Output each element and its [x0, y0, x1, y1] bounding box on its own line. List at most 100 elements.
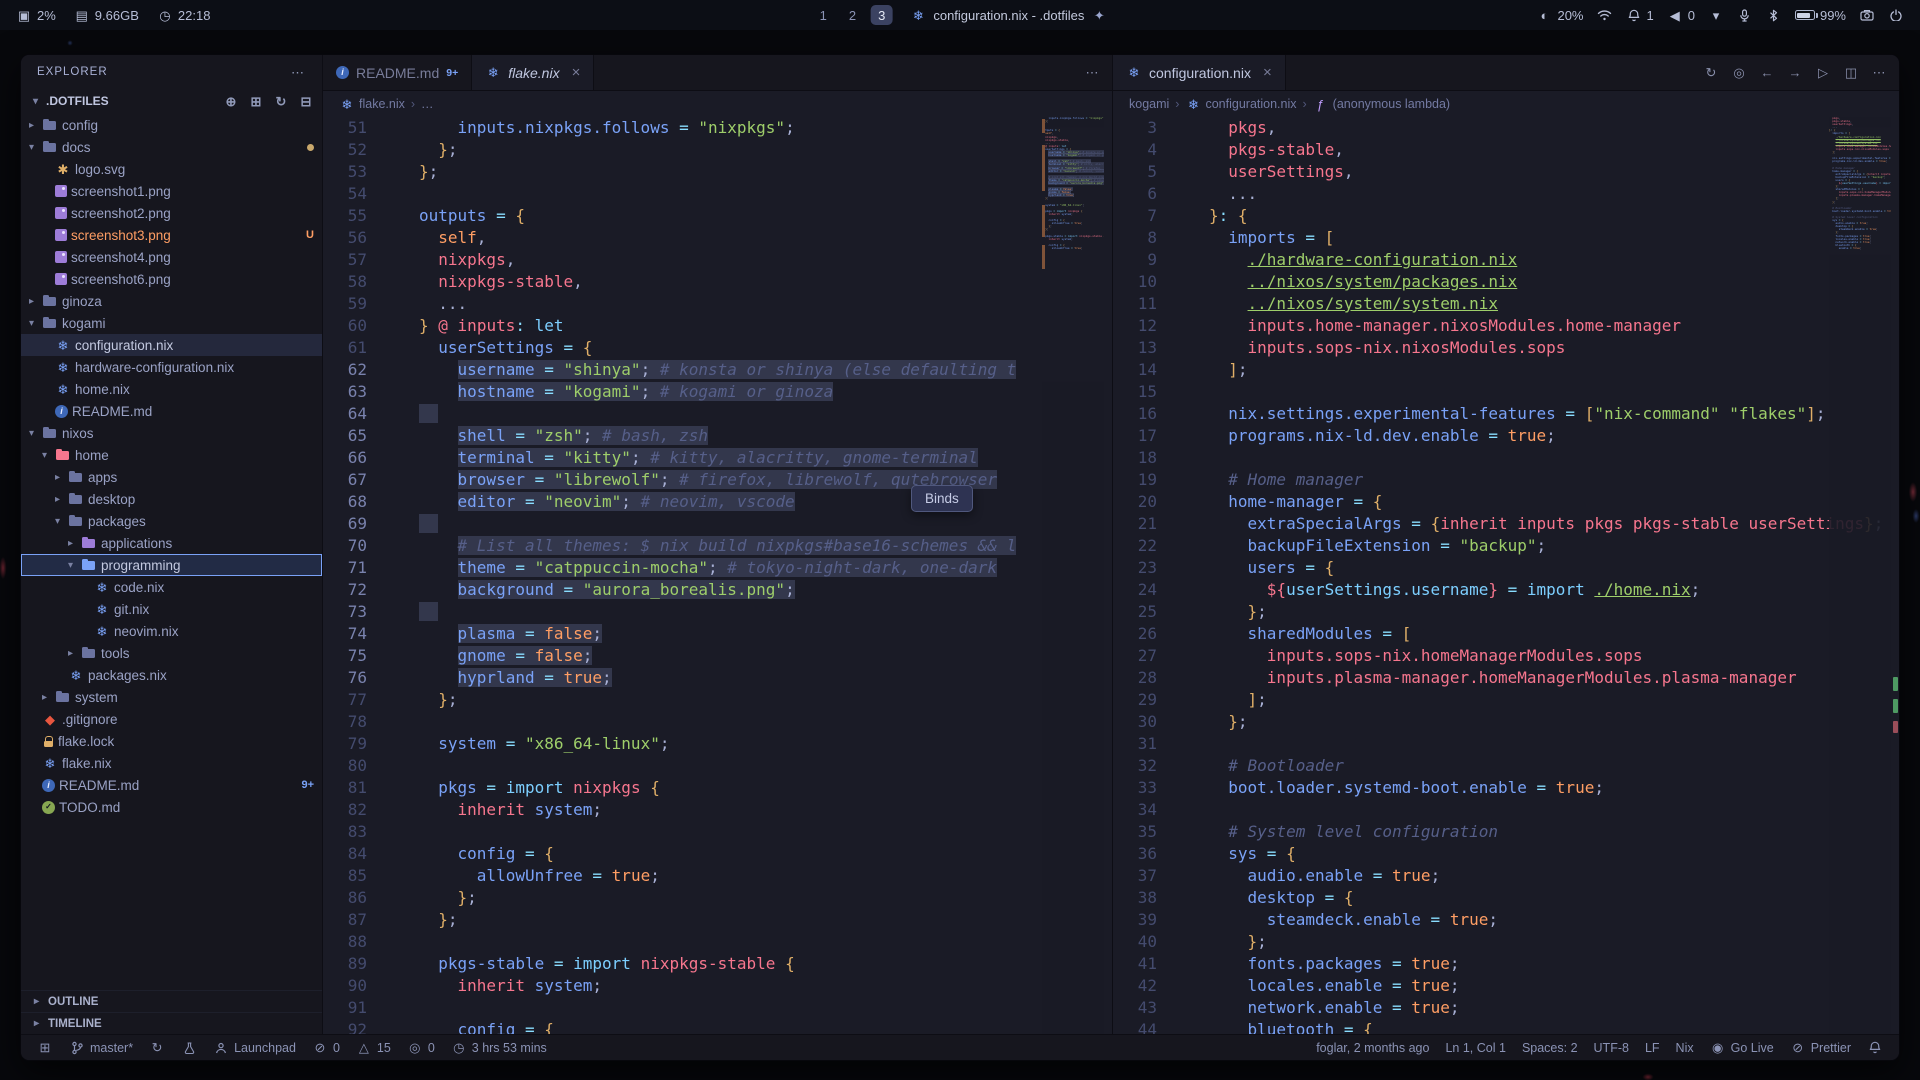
tree-item-nixos[interactable]: ▾nixos	[21, 422, 322, 444]
breadcrumb-item[interactable]: ❄configuration.nix	[1185, 96, 1296, 112]
cpu-module[interactable]: ▣2%	[16, 7, 56, 23]
code-line[interactable]: theme = "catppuccin-mocha"; # tokyo-nigh…	[419, 557, 1112, 579]
tree-item-configuration.nix[interactable]: ❄configuration.nix	[21, 334, 322, 356]
code-line[interactable]: };	[1209, 601, 1899, 623]
code-line[interactable]: programs.nix-ld.dev.enable = true;	[1209, 425, 1899, 447]
tree-item-logo.svg[interactable]: ✱logo.svg	[21, 158, 322, 180]
new-file-icon[interactable]: ⊕	[223, 93, 239, 109]
code-line[interactable]	[419, 931, 1112, 953]
code-line[interactable]: };	[419, 909, 1112, 931]
memory-module[interactable]: ▤9.66GB	[74, 7, 139, 23]
status-warnings[interactable]: △15	[348, 1035, 399, 1060]
code-line[interactable]: inherit system;	[419, 975, 1112, 997]
editor[interactable]: 5152535455565758596061626364656667686970…	[323, 117, 1112, 1034]
code-line[interactable]: home-manager = {	[1209, 491, 1899, 513]
code-line[interactable]	[419, 183, 1112, 205]
code-line[interactable]: outputs = {	[419, 205, 1112, 227]
tree-item-.gitignore[interactable]: ◆.gitignore	[21, 708, 322, 730]
code-line[interactable]: sys = {	[1209, 843, 1899, 865]
code-line[interactable]: ../nixos/system/packages.nix	[1209, 271, 1899, 293]
tree-item-kogami[interactable]: ▾kogami	[21, 312, 322, 334]
tab-README.md[interactable]: iREADME.md9+	[323, 55, 472, 90]
volume-module[interactable]: ◀0	[1667, 7, 1695, 23]
tree-item-packages[interactable]: ▾packages	[21, 510, 322, 532]
tree-item-home[interactable]: ▾home	[21, 444, 322, 466]
code-line[interactable]: };	[419, 689, 1112, 711]
section-outline[interactable]: ▸OUTLINE	[21, 990, 322, 1012]
breadcrumb-item[interactable]: ƒ(anonymous lambda)	[1313, 96, 1450, 112]
tree-item-screenshot1.png[interactable]: screenshot1.png	[21, 180, 322, 202]
notifications-module[interactable]: 1	[1626, 7, 1654, 23]
code-line[interactable]: config = {	[419, 843, 1112, 865]
tree-item-screenshot6.png[interactable]: screenshot6.png	[21, 268, 322, 290]
run-icon[interactable]: ▷	[1815, 65, 1831, 81]
code-line[interactable]: }: {	[1209, 205, 1899, 227]
tree-item-hardware-configuration.nix[interactable]: ❄hardware-configuration.nix	[21, 356, 322, 378]
more-icon[interactable]: ⋯	[290, 64, 306, 80]
code-line[interactable]: };	[419, 161, 1112, 183]
status-go-live[interactable]: ◉Go Live	[1702, 1035, 1782, 1060]
chevron-right-icon[interactable]: ▸	[64, 538, 77, 549]
code-line[interactable]: hyprland = true;	[419, 667, 1112, 689]
tree-item-apps[interactable]: ▸apps	[21, 466, 322, 488]
tree-item-flake.lock[interactable]: flake.lock	[21, 730, 322, 752]
code-line[interactable]: bluetooth = {	[1209, 1019, 1899, 1034]
status-eol[interactable]: LF	[1637, 1035, 1668, 1060]
breadcrumb-item[interactable]: ❄flake.nix	[339, 96, 405, 112]
status-language-mode[interactable]: Nix	[1668, 1035, 1702, 1060]
tree-item-ginoza[interactable]: ▸ginoza	[21, 290, 322, 312]
code-line[interactable]: ];	[1209, 689, 1899, 711]
clock-module[interactable]: ◷22:18	[157, 7, 211, 23]
collapse-all-icon[interactable]: ⊟	[298, 93, 314, 109]
code-line[interactable]	[419, 821, 1112, 843]
code-line[interactable]	[1209, 733, 1899, 755]
code-line[interactable]: hostname = "kogami"; # kogami or ginoza	[419, 381, 1112, 403]
code-line[interactable]: inherit system;	[419, 799, 1112, 821]
code-line[interactable]: users = {	[1209, 557, 1899, 579]
code-line[interactable]: boot.loader.systemd-boot.enable = true;	[1209, 777, 1899, 799]
code-area[interactable]: inputs.nixpkgs.follows = "nixpkgs"; };};…	[381, 117, 1112, 1034]
status-sync[interactable]: ↻	[141, 1035, 173, 1060]
tree-item-TODO.md[interactable]: ✓TODO.md	[21, 796, 322, 818]
battery-module[interactable]: 99%	[1795, 8, 1846, 23]
tree-item-README.md[interactable]: iREADME.md9+	[21, 774, 322, 796]
workspace-3[interactable]: 3	[871, 5, 892, 25]
status-branch[interactable]: master*	[61, 1035, 141, 1060]
code-line[interactable]	[1209, 447, 1899, 469]
bluetooth-module[interactable]	[1766, 7, 1782, 23]
tree-item-packages.nix[interactable]: ❄packages.nix	[21, 664, 322, 686]
code-line[interactable]: ../nixos/system/system.nix	[1209, 293, 1899, 315]
tree-item-screenshot3.png[interactable]: screenshot3.pngU	[21, 224, 322, 246]
code-line[interactable]: extraSpecialArgs = {inherit inputs pkgs …	[1209, 513, 1899, 535]
code-line[interactable]: };	[419, 139, 1112, 161]
code-line[interactable]: nixpkgs-stable,	[419, 271, 1112, 293]
code-line[interactable]: ...	[419, 293, 1112, 315]
chevron-right-icon[interactable]: ▸	[25, 296, 38, 307]
code-line[interactable]: # System level configuration	[1209, 821, 1899, 843]
close-icon[interactable]: ×	[572, 64, 581, 81]
preview-icon[interactable]: ◎	[1731, 65, 1747, 81]
code-line[interactable]: inputs.sops-nix.homeManagerModules.sops	[1209, 645, 1899, 667]
more-icon[interactable]: ⋯	[1084, 65, 1100, 81]
dropdown-module[interactable]: ▾	[1708, 7, 1724, 23]
code-line[interactable]: };	[1209, 711, 1899, 733]
tree-item-git.nix[interactable]: ❄git.nix	[21, 598, 322, 620]
minimap[interactable]: pkgs, pkgs-stable, userSettings, ...}: {…	[1829, 117, 1891, 1034]
code-line[interactable]: steamdeck.enable = true;	[1209, 909, 1899, 931]
code-line[interactable]: ...	[1209, 183, 1899, 205]
minimap[interactable]: inputs.nixpkgs.follows = "nixpkgs"; };};…	[1042, 117, 1104, 1034]
status-cursor-position[interactable]: Ln 1, Col 1	[1437, 1035, 1513, 1060]
back-icon[interactable]: ←	[1759, 65, 1775, 81]
brightness-module[interactable]: ◐20%	[1536, 7, 1583, 23]
status-indentation[interactable]: Spaces: 2	[1514, 1035, 1586, 1060]
status-encoding[interactable]: UTF-8	[1586, 1035, 1637, 1060]
code-area[interactable]: pkgs, pkgs-stable, userSettings, ...}: {…	[1171, 117, 1899, 1034]
code-line[interactable]: inputs.sops-nix.nixosModules.sops	[1209, 337, 1899, 359]
workspace-2[interactable]: 2	[842, 5, 863, 25]
tab-configuration.nix[interactable]: ❄configuration.nix×	[1113, 55, 1286, 90]
code-line[interactable]: gnome = false;	[419, 645, 1112, 667]
code-line[interactable]	[1209, 799, 1899, 821]
code-line[interactable]: nix.settings.experimental-features = ["n…	[1209, 403, 1899, 425]
code-line[interactable]: sharedModules = [	[1209, 623, 1899, 645]
status-flask[interactable]	[173, 1035, 205, 1060]
